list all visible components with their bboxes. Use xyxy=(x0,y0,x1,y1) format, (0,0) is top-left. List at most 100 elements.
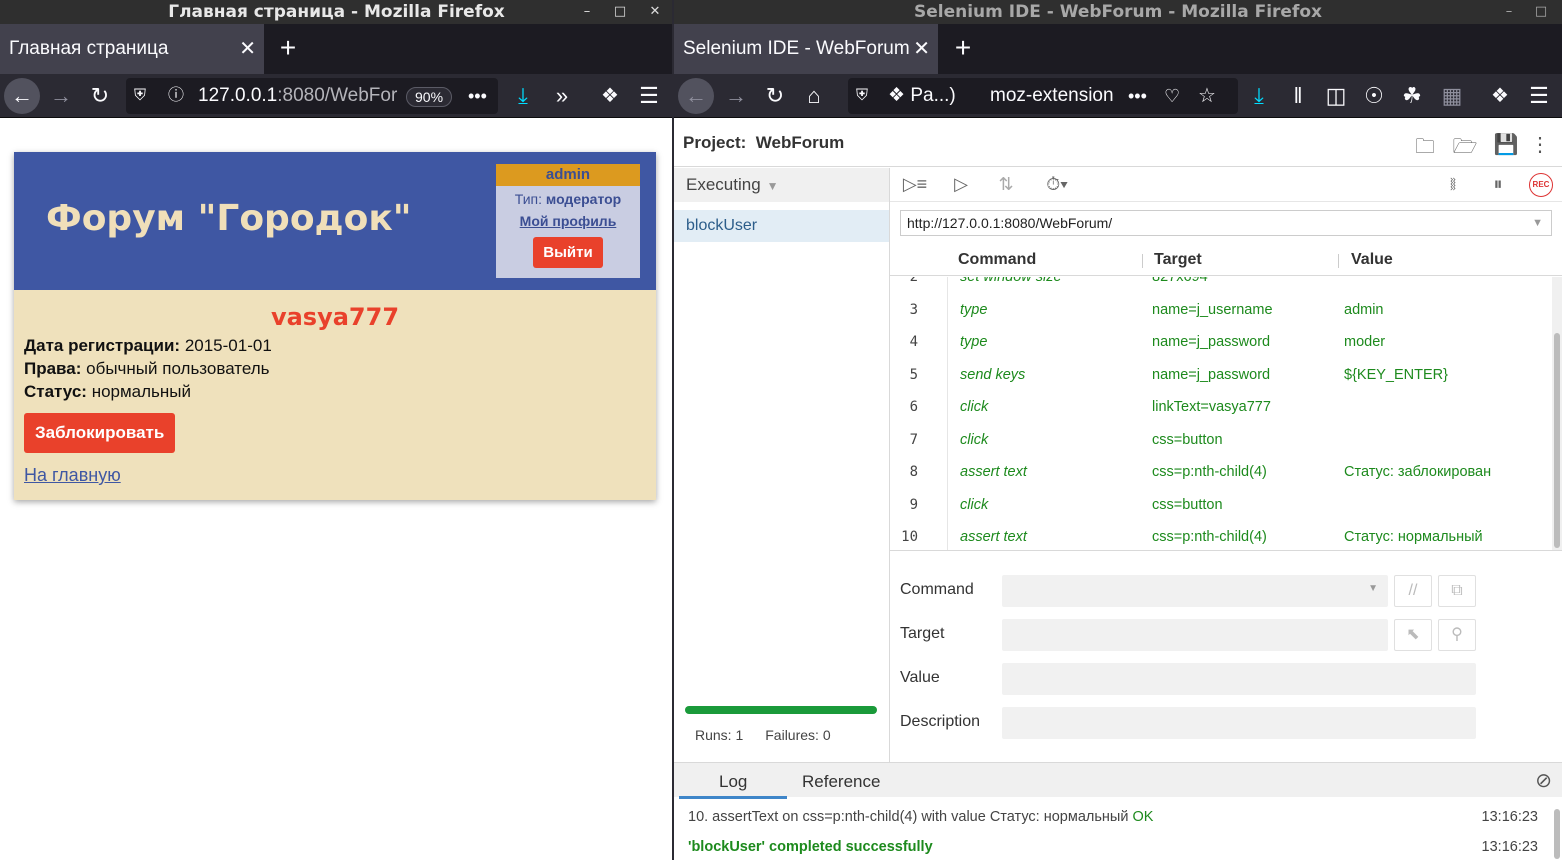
row-target: 827x694 xyxy=(1152,277,1208,285)
url-bar[interactable]: ⛨ ❖ Pa...) moz-extension ••• ♡ ☆ xyxy=(848,78,1238,114)
record-button[interactable]: REC xyxy=(1529,173,1553,197)
open-reference-icon[interactable]: ⧉ xyxy=(1438,575,1476,607)
minimize-icon[interactable]: – xyxy=(570,0,604,24)
tab-selenium-ide[interactable]: Selenium IDE - WebForum ✕ xyxy=(674,24,938,74)
tab-reference[interactable]: Reference xyxy=(802,772,880,792)
table-row[interactable]: 8 assert text css=p:nth-child(4) Статус: за… xyxy=(890,456,1550,489)
tab-main-page[interactable]: Главная страница ✕ xyxy=(0,24,264,74)
command-input[interactable]: ▼ xyxy=(1002,575,1388,607)
base-url-select[interactable]: http://127.0.0.1:8080/WebForum/ ▼ xyxy=(900,210,1552,236)
account-icon[interactable]: ☉ xyxy=(1356,78,1392,114)
my-profile-link[interactable]: Мой профиль xyxy=(496,213,640,229)
reload-icon[interactable]: ↻ xyxy=(757,78,793,114)
status-label: Статус: xyxy=(24,382,87,401)
speed-timer-icon[interactable]: ⏱▾ xyxy=(1044,174,1070,195)
test-item-blockuser[interactable]: blockUser xyxy=(674,210,889,242)
row-command: click xyxy=(960,399,989,415)
home-link[interactable]: На главную xyxy=(24,465,646,486)
row-command: click xyxy=(960,496,989,513)
pocket-icon[interactable]: ♡ xyxy=(1164,78,1180,114)
table-row[interactable]: 7 click css=button xyxy=(890,424,1550,457)
back-icon[interactable]: ← xyxy=(4,78,40,114)
forward-icon[interactable]: → xyxy=(43,78,79,114)
project-name[interactable]: WebForum xyxy=(756,133,844,152)
forward-icon[interactable]: → xyxy=(718,78,754,114)
new-tab-icon[interactable]: + xyxy=(270,24,306,74)
table-row[interactable]: 6 click linkText=vasya777 xyxy=(890,391,1550,424)
more-options-icon[interactable]: ⋮ xyxy=(1526,132,1554,157)
table-row[interactable]: 5 send keys name=j_password ${KEY_ENTER} xyxy=(890,359,1550,392)
sidebar-icon[interactable]: ◫ xyxy=(1318,78,1354,114)
close-window-icon[interactable]: ✕ xyxy=(638,0,672,24)
menu-icon[interactable]: ☰ xyxy=(631,78,667,114)
maximize-icon[interactable]: □ xyxy=(603,0,637,24)
zoom-level[interactable]: 90% xyxy=(406,87,453,107)
home-icon[interactable]: ⌂ xyxy=(796,78,832,114)
open-project-icon[interactable]: 🗁 xyxy=(1451,132,1479,166)
row-target: css=button xyxy=(1152,431,1223,448)
new-project-icon[interactable]: 🗀 xyxy=(1411,132,1439,166)
shield-icon[interactable]: ⛨ xyxy=(134,78,146,114)
disable-breakpoints-icon[interactable]: ⧚ xyxy=(1440,174,1466,195)
base-url-value: http://127.0.0.1:8080/WebForum/ xyxy=(907,215,1113,231)
shield-icon[interactable]: ⛨ xyxy=(856,78,868,114)
library-icon[interactable]: ‖ xyxy=(1280,78,1316,114)
select-target-icon[interactable]: ⬉ xyxy=(1394,619,1432,651)
row-target: css=p:nth-child(4) xyxy=(1152,464,1267,480)
row-command: assert text xyxy=(960,529,1027,545)
log-scrollbar[interactable] xyxy=(1554,809,1560,859)
clear-log-icon[interactable]: ⊘ xyxy=(1535,768,1552,793)
more-actions-icon[interactable]: ••• xyxy=(1128,78,1147,114)
row-command: type xyxy=(960,301,988,318)
logout-button[interactable]: Выйти xyxy=(533,237,603,268)
find-target-icon[interactable]: ⚲ xyxy=(1438,619,1476,651)
row-target: linkText=vasya777 xyxy=(1152,399,1271,415)
tab-log[interactable]: Log xyxy=(679,772,788,799)
target-input[interactable] xyxy=(1002,619,1388,651)
run-progress-bar xyxy=(685,706,877,714)
selenium-icon[interactable]: ▦ xyxy=(1434,78,1470,114)
more-actions-icon[interactable]: ••• xyxy=(468,78,487,114)
run-all-tests-icon[interactable]: ▷≡ xyxy=(902,174,928,195)
back-icon[interactable]: ← xyxy=(678,78,714,114)
run-test-icon[interactable]: ▷ xyxy=(948,174,974,195)
scrollbar-thumb[interactable] xyxy=(1554,333,1560,548)
table-row[interactable]: 4 type name=j_password moder xyxy=(890,326,1550,359)
table-row[interactable]: 10 assert text css=p:nth-child(4) Статус: н… xyxy=(890,521,1550,550)
overflow-chevron-icon[interactable]: » xyxy=(544,78,580,114)
table-row[interactable]: 3 type name=j_username admin xyxy=(890,294,1550,327)
pause-icon[interactable]: ⏸ xyxy=(1485,174,1511,195)
right-window-titlebar[interactable]: Selenium IDE - WebForum - Mozilla Firefo… xyxy=(674,0,1562,24)
close-tab-icon[interactable]: ✕ xyxy=(239,24,256,74)
profile-username: vasya777 xyxy=(270,303,400,331)
bookmark-star-icon[interactable]: ☆ xyxy=(1198,78,1216,114)
value-input[interactable] xyxy=(1002,663,1476,695)
gnome-icon[interactable]: ☘ xyxy=(1394,78,1430,114)
comment-toggle-icon[interactable]: // xyxy=(1394,575,1432,607)
test-editor-pane: ▷≡ ▷ ⇅ ⏱▾ ⧚ ⏸ REC http://127.0.0.1:8080/… xyxy=(890,168,1562,762)
extensions-icon[interactable]: ❖ xyxy=(592,78,628,114)
description-input[interactable] xyxy=(1002,707,1476,739)
close-tab-icon[interactable]: ✕ xyxy=(913,24,930,74)
left-window-titlebar[interactable]: Главная страница - Mozilla Firefox – □ ✕ xyxy=(0,0,673,24)
log-line: 10. assertText on css=p:nth-child(4) wit… xyxy=(688,809,1153,825)
step-over-icon[interactable]: ⇅ xyxy=(993,174,1019,195)
table-row[interactable]: 9 click css=button xyxy=(890,489,1550,522)
extensions-icon[interactable]: ❖ xyxy=(1482,78,1518,114)
table-row[interactable]: 2 set window size 827x694 xyxy=(890,277,1550,294)
save-project-icon[interactable]: 💾 xyxy=(1492,132,1520,157)
download-icon[interactable]: ⤓ xyxy=(1241,78,1277,114)
new-tab-icon[interactable]: + xyxy=(945,24,981,74)
user-type-label: Тип: xyxy=(514,191,542,207)
target-field-label: Target xyxy=(900,625,945,642)
maximize-icon[interactable]: □ xyxy=(1524,0,1558,24)
menu-icon[interactable]: ☰ xyxy=(1521,78,1557,114)
commands-scrollbar[interactable] xyxy=(1552,277,1562,550)
minimize-icon[interactable]: – xyxy=(1492,0,1526,24)
block-user-button[interactable]: Заблокировать xyxy=(24,413,176,453)
reload-icon[interactable]: ↻ xyxy=(82,78,118,114)
info-icon[interactable]: ⓘ xyxy=(168,78,184,114)
url-bar[interactable]: ⛨ ⓘ 127.0.0.1:8080/WebFor 90% ••• xyxy=(126,78,498,114)
executing-dropdown[interactable]: Executing ▼ xyxy=(674,168,889,202)
download-icon[interactable]: ⤓ xyxy=(505,78,541,114)
